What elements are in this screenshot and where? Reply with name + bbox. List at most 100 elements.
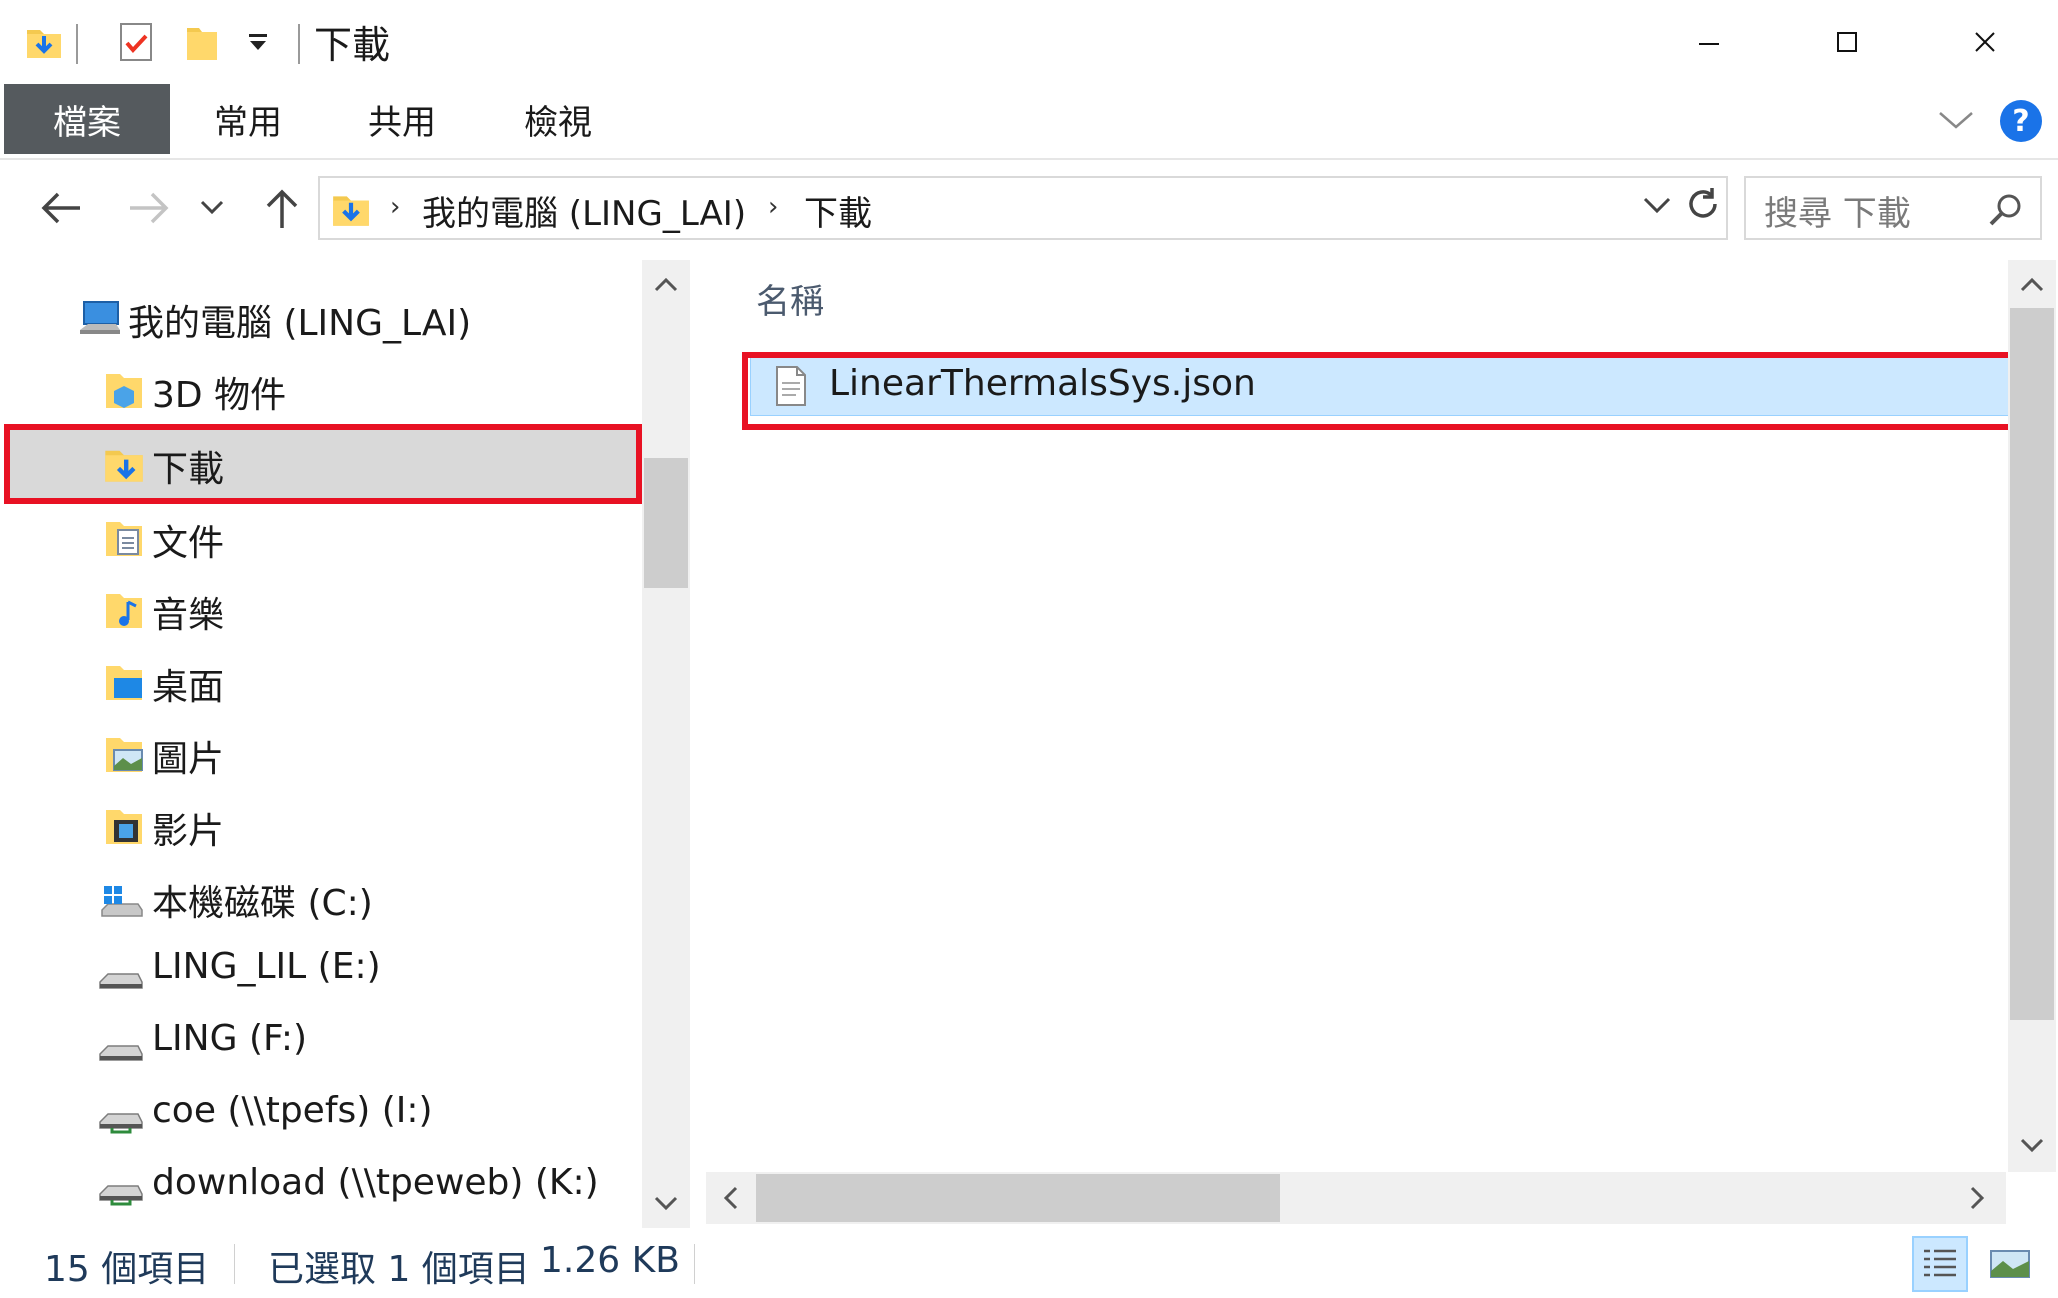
chevron-down-icon — [654, 1196, 678, 1211]
expand-ribbon-button[interactable] — [1934, 102, 1978, 138]
minimize-button[interactable] — [1664, 12, 1754, 72]
back-button[interactable] — [34, 182, 86, 234]
navpane-scrollbar[interactable] — [642, 260, 690, 1228]
tab-view[interactable]: 檢視 — [506, 84, 610, 154]
tree-item-desktop[interactable]: 桌面 — [0, 648, 640, 718]
arrow-up-icon — [266, 189, 298, 228]
status-bar: 15 個項目 已選取 1 個項目 1.26 KB — [0, 1228, 2058, 1298]
tree-item-network-drive-i[interactable]: coe (\\tpefs) (I:) — [0, 1080, 640, 1150]
pictures-folder-icon — [102, 732, 146, 776]
content-vertical-scrollbar[interactable] — [2008, 260, 2056, 1172]
highlight-box-downloads — [4, 424, 642, 504]
arrow-right-icon — [130, 192, 169, 224]
navigation-pane: 我的電腦 (LING_LAI) 3D 物件 下載 文件 音樂 桌面 圖片 影片 … — [0, 260, 690, 1228]
downloads-folder-icon[interactable] — [20, 18, 68, 66]
selection-size: 1.26 KB — [540, 1240, 680, 1281]
breadcrumb-separator-icon[interactable]: › — [390, 192, 400, 222]
chevron-left-icon — [723, 1186, 738, 1210]
scroll-thumb[interactable] — [756, 1174, 1280, 1222]
scroll-down-button[interactable] — [642, 1180, 690, 1228]
documents-folder-icon — [102, 516, 146, 560]
ribbon-tabs: 檔案 常用 共用 檢視 ? — [0, 84, 2058, 160]
refresh-button[interactable] — [1680, 180, 1726, 228]
large-icons-view-button[interactable] — [1982, 1236, 2038, 1292]
search-placeholder: 搜尋 下載 — [1764, 194, 1911, 234]
forward-button[interactable] — [124, 182, 176, 234]
details-view-button[interactable] — [1912, 1236, 1968, 1292]
tree-item-network-drive-k[interactable]: download (\\tpeweb) (K:) — [0, 1152, 640, 1222]
highlight-box-file — [742, 352, 2016, 430]
close-button[interactable] — [1940, 12, 2030, 72]
up-button[interactable] — [256, 182, 308, 234]
tree-item-music[interactable]: 音樂 — [0, 576, 640, 646]
scroll-down-button[interactable] — [2008, 1122, 2056, 1170]
breadcrumb-separator-icon[interactable]: › — [768, 192, 778, 222]
tab-home[interactable]: 常用 — [196, 84, 300, 154]
column-header-name[interactable]: 名稱 — [756, 274, 824, 323]
tree-item-label: 音樂 — [152, 595, 225, 636]
desktop-folder-icon — [102, 660, 146, 704]
chevron-down-icon — [2020, 1138, 2044, 1153]
tree-item-local-disk-c[interactable]: 本機磁碟 (C:) — [0, 864, 640, 934]
3d-objects-folder-icon — [102, 368, 146, 412]
drive-icon — [98, 948, 143, 992]
tree-item-label: LING (F:) — [152, 1018, 308, 1059]
new-folder-icon[interactable] — [178, 18, 226, 66]
title-bar: 下載 — [0, 0, 2058, 84]
network-drive-icon — [98, 1164, 143, 1208]
maximize-button[interactable] — [1802, 12, 1892, 72]
maximize-icon — [1837, 32, 1857, 52]
chevron-down-icon — [1643, 197, 1671, 214]
file-explorer-window: 下載 檔案 常用 共用 檢視 ? › 我的電腦 (LING_LAI) › 下載 … — [0, 0, 2058, 1298]
tab-file[interactable]: 檔案 — [4, 84, 170, 154]
scroll-up-button[interactable] — [2008, 260, 2056, 308]
breadcrumb-my-computer[interactable]: 我的電腦 (LING_LAI) — [422, 186, 746, 235]
scroll-left-button[interactable] — [706, 1174, 754, 1222]
selection-count: 已選取 1 個項目 — [268, 1249, 530, 1290]
help-button[interactable]: ? — [2000, 100, 2042, 142]
tab-share[interactable]: 共用 — [350, 84, 454, 154]
drive-icon — [98, 1020, 143, 1064]
search-icon — [1989, 194, 2021, 226]
scroll-right-button[interactable] — [1954, 1174, 2002, 1222]
properties-check-icon[interactable] — [112, 18, 160, 66]
tree-item-drive-f[interactable]: LING (F:) — [0, 1008, 640, 1078]
arrow-left-icon — [41, 192, 80, 224]
recent-locations-button[interactable] — [194, 182, 230, 234]
tree-item-label: 3D 物件 — [152, 375, 287, 416]
minimize-icon — [1699, 43, 1719, 45]
windows-drive-icon — [98, 876, 143, 920]
tree-item-label: 圖片 — [152, 739, 225, 780]
navigation-bar: › 我的電腦 (LING_LAI) › 下載 搜尋 下載 — [0, 172, 2058, 244]
address-bar[interactable]: › 我的電腦 (LING_LAI) › 下載 — [318, 176, 1728, 240]
address-history-dropdown[interactable] — [1642, 196, 1672, 220]
large-icons-view-icon — [1990, 1250, 2030, 1278]
search-box[interactable]: 搜尋 下載 — [1744, 176, 2042, 240]
tree-item-label: 影片 — [152, 811, 225, 852]
scroll-up-button[interactable] — [642, 260, 690, 308]
tree-item-videos[interactable]: 影片 — [0, 792, 640, 862]
tree-item-label: 桌面 — [152, 667, 225, 708]
tree-item-pictures[interactable]: 圖片 — [0, 720, 640, 790]
breadcrumb-downloads[interactable]: 下載 — [804, 186, 872, 235]
chevron-down-icon — [200, 200, 224, 215]
network-drive-icon — [98, 1092, 143, 1136]
file-list: 名稱 LinearThermalsSys.json — [706, 260, 2016, 1228]
chevron-up-icon — [654, 277, 678, 292]
close-icon — [1975, 32, 1995, 52]
tree-item-documents[interactable]: 文件 — [0, 504, 640, 574]
tree-item-3d-objects[interactable]: 3D 物件 — [0, 356, 640, 426]
details-view-icon — [1924, 1249, 1956, 1277]
customize-toolbar-dropdown-icon[interactable] — [238, 18, 278, 66]
tree-item-label: 文件 — [152, 523, 225, 564]
downloads-folder-icon — [330, 188, 372, 230]
tree-item-drive-e[interactable]: LING_LIL (E:) — [0, 936, 640, 1006]
content-horizontal-scrollbar[interactable] — [706, 1172, 2006, 1224]
tree-item-my-computer[interactable]: 我的電腦 (LING_LAI) — [0, 284, 640, 354]
scroll-thumb[interactable] — [644, 458, 688, 588]
item-count: 15 個項目 — [44, 1249, 210, 1290]
computer-icon — [78, 296, 122, 340]
music-folder-icon — [102, 588, 146, 632]
tree-item-label: LING_LIL (E:) — [152, 946, 381, 987]
scroll-thumb[interactable] — [2010, 308, 2054, 1020]
